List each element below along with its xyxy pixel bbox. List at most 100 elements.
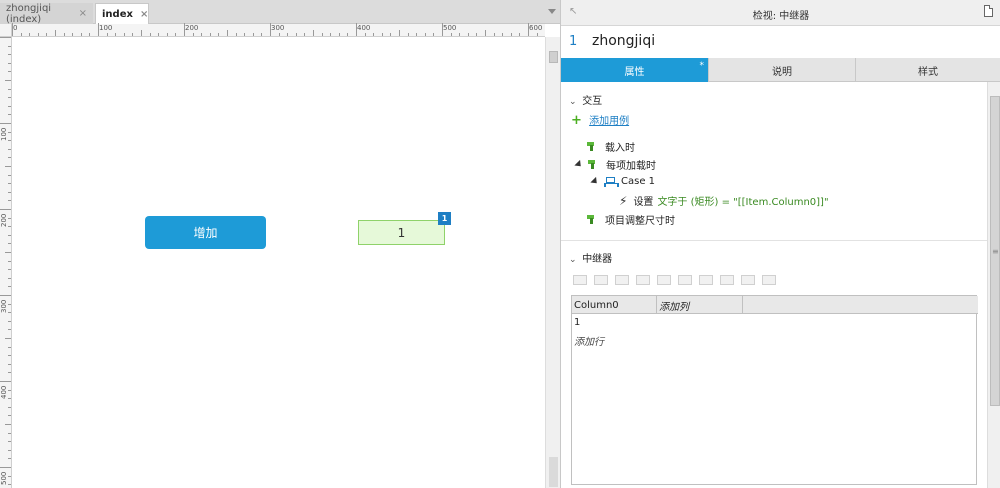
ruler-tick (433, 33, 435, 36)
scrollbar-thumb[interactable] (549, 51, 558, 63)
ruler-tick (0, 209, 11, 210)
ruler-tick (476, 33, 478, 36)
table-row[interactable]: 1 (574, 317, 580, 328)
inspector-scrollbar[interactable]: ≡ (987, 82, 1000, 488)
tab-index[interactable]: index × (95, 3, 149, 24)
repeater-toolbar (573, 275, 776, 285)
design-canvas[interactable]: 增加 1 1 (12, 38, 545, 488)
ruler-tick (55, 30, 56, 36)
event-on-load[interactable]: 载入时 (587, 139, 635, 154)
chevron-down-icon[interactable] (548, 9, 556, 14)
ruler-label: 400 (0, 385, 8, 399)
chevron-down-icon: ⌄ (569, 97, 577, 107)
event-label: 项目调整尺寸时 (605, 216, 675, 227)
event-on-item-load[interactable]: 每项加载时 (574, 157, 656, 172)
ruler-tick (485, 30, 486, 36)
inspector-tabs: 属性 * 说明 样式 (561, 58, 1000, 82)
ruler-tick (5, 338, 11, 339)
ruler-tick (424, 33, 426, 36)
column-header[interactable]: Column0 (572, 296, 657, 314)
close-icon[interactable]: × (79, 8, 87, 19)
ruler-tick (89, 33, 91, 36)
chevron-down-icon: ⌄ (569, 255, 577, 265)
ruler-tick (235, 33, 237, 36)
ruler-tick (252, 33, 254, 36)
ruler-tick (115, 33, 117, 36)
move-down-icon[interactable] (657, 275, 671, 285)
document-icon[interactable] (984, 5, 993, 17)
ruler-tick (364, 33, 366, 36)
insert-column-left-icon[interactable] (678, 275, 692, 285)
close-icon[interactable]: × (140, 9, 148, 20)
ruler-tick (278, 33, 280, 36)
move-left-icon[interactable] (741, 275, 755, 285)
section-divider (561, 240, 987, 241)
ruler-tick (132, 33, 134, 36)
interaction-section-header[interactable]: ⌄ 交互 (569, 92, 602, 107)
ruler-tick (356, 23, 357, 36)
add-column-header[interactable]: 添加列 (657, 296, 743, 314)
ruler-tick (0, 37, 11, 38)
add-row[interactable]: 添加行 (574, 333, 604, 348)
add-case-label: 添加用例 (589, 116, 630, 127)
ruler-tick (390, 33, 392, 36)
ruler-tick (510, 33, 512, 36)
ruler-tick (0, 295, 11, 296)
tab-style[interactable]: 样式 (856, 58, 1000, 82)
insert-column-right-icon[interactable] (699, 275, 713, 285)
case-item[interactable]: Case 1 (590, 176, 655, 187)
ruler-tick (381, 33, 383, 36)
ruler-tick (98, 23, 99, 36)
move-up-icon[interactable] (636, 275, 650, 285)
interaction-badge: 1 (438, 212, 451, 225)
delete-column-icon[interactable] (720, 275, 734, 285)
add-button[interactable]: 增加 (145, 216, 266, 249)
tab-notes[interactable]: 说明 (709, 58, 856, 82)
ruler-tick (8, 415, 11, 417)
repeater-section-header[interactable]: ⌄ 中继器 (569, 250, 612, 265)
ruler-tick (123, 33, 125, 36)
ruler-tick (184, 23, 185, 36)
repeater-dataset-grid[interactable]: Column0 添加列 1 添加行 (571, 295, 978, 485)
canvas-scrollbar[interactable] (545, 37, 560, 488)
ruler-tick (8, 131, 11, 133)
ruler-tick (5, 80, 11, 81)
tab-zhongjiqi-index[interactable]: zhongjiqi (index) × (0, 3, 93, 25)
insert-row-below-icon[interactable] (594, 275, 608, 285)
repeater-item-rectangle[interactable]: 1 (358, 220, 445, 245)
ruler-tick (8, 312, 11, 314)
ruler-tick (8, 484, 11, 486)
ruler-tick (8, 277, 11, 279)
ruler-tick (373, 33, 375, 36)
move-right-icon[interactable] (762, 275, 776, 285)
ruler-tick (330, 33, 332, 36)
delete-row-icon[interactable] (615, 275, 629, 285)
add-case-link[interactable]: + 添加用例 (571, 112, 629, 128)
ruler-tick (8, 62, 11, 64)
ruler-tick (8, 260, 11, 262)
action-set-text[interactable]: ⚡ 设置 文字于 (矩形) = "[[Item.Column0]]" (619, 193, 829, 209)
tab-label: 属性 (624, 66, 645, 78)
ruler-tick (8, 45, 11, 47)
ruler-tick (192, 33, 194, 36)
expand-triangle-icon[interactable] (574, 159, 584, 170)
ruler-tick (8, 329, 11, 331)
ruler-tick (8, 363, 11, 365)
event-on-item-resize[interactable]: 项目调整尺寸时 (587, 212, 675, 227)
event-icon (588, 159, 599, 170)
ruler-tick (8, 140, 11, 142)
case-icon (604, 176, 619, 187)
horizontal-ruler: 0 100 200 300 400 500 600 (12, 23, 545, 37)
ruler-tick (467, 33, 469, 36)
widget-name-field[interactable]: zhongjiqi (592, 33, 655, 49)
tab-properties[interactable]: 属性 * (561, 58, 709, 82)
expand-triangle-icon[interactable] (590, 176, 600, 187)
ruler-tick (519, 33, 521, 36)
ruler-tick (8, 458, 11, 460)
ruler-tick (80, 33, 82, 36)
ruler-label: 200 (185, 24, 199, 32)
inspector-title: 检视: 中继器 (752, 11, 810, 22)
ruler-tick (347, 33, 349, 36)
ruler-tick (20, 33, 22, 36)
insert-row-above-icon[interactable] (573, 275, 587, 285)
